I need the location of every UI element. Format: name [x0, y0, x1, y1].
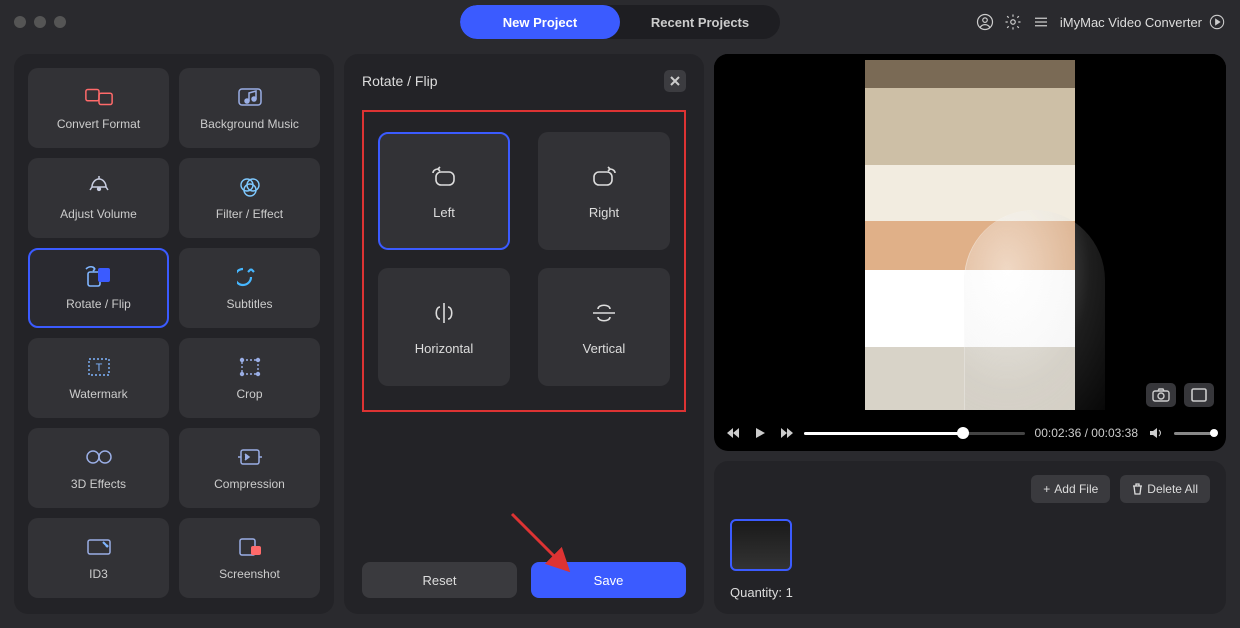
- add-file-button[interactable]: + Add File: [1031, 475, 1110, 503]
- rotate-option-right[interactable]: Right: [538, 132, 670, 250]
- rotate-option-label: Vertical: [583, 341, 626, 356]
- crop-icon: [235, 355, 265, 379]
- tool-label: Screenshot: [219, 567, 280, 581]
- rotate-left-icon: [427, 163, 461, 191]
- window-controls[interactable]: [14, 16, 66, 28]
- id3-icon: [84, 535, 114, 559]
- reset-button[interactable]: Reset: [362, 562, 517, 598]
- tool-convert-format[interactable]: Convert Format: [28, 68, 169, 148]
- quantity-label: Quantity:: [730, 585, 782, 600]
- fullscreen-button[interactable]: [1184, 383, 1214, 407]
- rotate-icon: [84, 265, 114, 289]
- tool-label: Compression: [214, 477, 285, 491]
- rotate-flip-panel: Rotate / Flip Left Right: [344, 54, 704, 614]
- file-queue: + Add File Delete All Quantity: 1: [714, 461, 1226, 614]
- rotate-option-left[interactable]: Left: [378, 132, 510, 250]
- flip-v-icon: [587, 299, 621, 327]
- volume-icon[interactable]: [1148, 425, 1164, 441]
- watermark-icon: T: [84, 355, 114, 379]
- tool-label: Crop: [236, 387, 262, 401]
- quantity-value: 1: [786, 585, 793, 600]
- app-play-icon: [1208, 13, 1226, 31]
- tool-crop[interactable]: Crop: [179, 338, 320, 418]
- rotate-option-vertical[interactable]: Vertical: [538, 268, 670, 386]
- menu-icon[interactable]: [1032, 13, 1050, 31]
- tools-sidebar: Convert Format Background Music Adjust V…: [14, 54, 334, 614]
- tool-adjust-volume[interactable]: Adjust Volume: [28, 158, 169, 238]
- trash-icon: [1132, 483, 1143, 495]
- music-icon: [235, 85, 265, 109]
- convert-icon: [84, 85, 114, 109]
- 3d-icon: [84, 445, 114, 469]
- video-preview: 00:02:36 / 00:03:38: [714, 54, 1226, 451]
- minimize-dot[interactable]: [34, 16, 46, 28]
- rotate-option-label: Horizontal: [415, 341, 474, 356]
- prev-button[interactable]: [726, 425, 742, 441]
- rotate-right-icon: [587, 163, 621, 191]
- progress-bar[interactable]: [804, 432, 1025, 435]
- rotate-option-horizontal[interactable]: Horizontal: [378, 268, 510, 386]
- tool-label: Watermark: [69, 387, 127, 401]
- tab-new-project[interactable]: New Project: [460, 5, 620, 39]
- tool-rotate-flip[interactable]: Rotate / Flip: [28, 248, 169, 328]
- tool-label: ID3: [89, 567, 108, 581]
- tool-label: Convert Format: [57, 117, 140, 131]
- play-button[interactable]: [752, 425, 768, 441]
- tool-watermark[interactable]: T Watermark: [28, 338, 169, 418]
- tool-label: Subtitles: [226, 297, 272, 311]
- tool-label: 3D Effects: [71, 477, 126, 491]
- tool-label: Filter / Effect: [216, 207, 283, 221]
- queue-thumbnail[interactable]: [730, 519, 792, 571]
- save-button[interactable]: Save: [531, 562, 686, 598]
- tool-3d-effects[interactable]: 3D Effects: [28, 428, 169, 508]
- playback-controls: 00:02:36 / 00:03:38: [714, 415, 1226, 451]
- account-icon[interactable]: [976, 13, 994, 31]
- screenshot-icon: [235, 535, 265, 559]
- compress-icon: [235, 445, 265, 469]
- tool-label: Rotate / Flip: [66, 297, 131, 311]
- tool-screenshot[interactable]: Screenshot: [179, 518, 320, 598]
- rotate-option-label: Right: [589, 205, 619, 220]
- tab-recent-projects[interactable]: Recent Projects: [620, 5, 780, 39]
- close-panel-button[interactable]: [664, 70, 686, 92]
- top-tabs: New Project Recent Projects: [460, 5, 780, 39]
- maximize-dot[interactable]: [54, 16, 66, 28]
- next-button[interactable]: [778, 425, 794, 441]
- video-content: [865, 60, 1075, 410]
- time-display: 00:02:36 / 00:03:38: [1035, 426, 1138, 440]
- close-dot[interactable]: [14, 16, 26, 28]
- svg-text:T: T: [95, 362, 102, 374]
- tool-id3[interactable]: ID3: [28, 518, 169, 598]
- tool-compression[interactable]: Compression: [179, 428, 320, 508]
- flip-h-icon: [427, 299, 461, 327]
- volume-slider[interactable]: [1174, 432, 1214, 435]
- tool-filter-effect[interactable]: Filter / Effect: [179, 158, 320, 238]
- subtitles-icon: [235, 265, 265, 289]
- rotate-options-group: Left Right Horizontal Vertical: [362, 110, 686, 412]
- tool-label: Adjust Volume: [60, 207, 137, 221]
- video-frame[interactable]: [714, 54, 1226, 415]
- tool-label: Background Music: [200, 117, 299, 131]
- plus-icon: +: [1043, 482, 1050, 496]
- tool-subtitles[interactable]: Subtitles: [179, 248, 320, 328]
- snapshot-button[interactable]: [1146, 383, 1176, 407]
- delete-all-button[interactable]: Delete All: [1120, 475, 1210, 503]
- rotate-option-label: Left: [433, 205, 455, 220]
- app-name: iMyMac Video Converter: [1060, 15, 1202, 30]
- panel-title: Rotate / Flip: [362, 73, 437, 89]
- settings-icon[interactable]: [1004, 13, 1022, 31]
- filter-icon: [235, 175, 265, 199]
- tool-background-music[interactable]: Background Music: [179, 68, 320, 148]
- volume-icon: [84, 175, 114, 199]
